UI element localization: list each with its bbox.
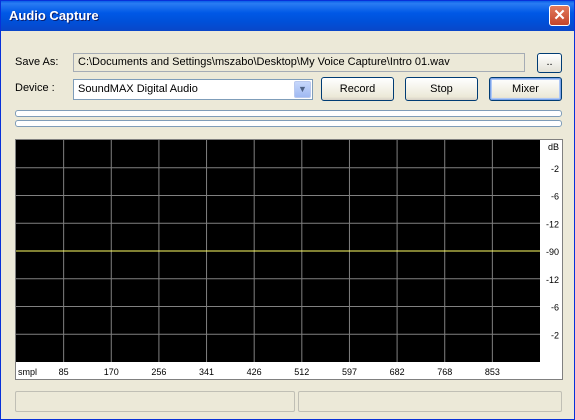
sample-tick-label: 256 bbox=[151, 367, 166, 377]
status-pane-right bbox=[298, 391, 562, 412]
db-tick-label: -2 bbox=[551, 164, 559, 174]
device-label: Device : bbox=[15, 82, 55, 94]
window-title: Audio Capture bbox=[9, 8, 99, 23]
db-tick-label: dB bbox=[548, 142, 559, 152]
db-tick-label: -6 bbox=[551, 303, 559, 313]
db-tick-label: -12 bbox=[546, 275, 559, 285]
db-tick-label: -12 bbox=[546, 219, 559, 229]
waveform-display: dB -2 -6 -12 -90 -12 -6 -2 smpl 85 170 256 341 426 512… bbox=[15, 139, 563, 380]
sample-tick-label: 85 bbox=[59, 367, 69, 377]
db-tick-label: -2 bbox=[551, 330, 559, 340]
status-pane-left bbox=[15, 391, 295, 412]
save-as-label: Save As: bbox=[15, 56, 59, 68]
chevron-down-icon[interactable]: ▼ bbox=[294, 81, 311, 98]
device-select-value: SoundMAX Digital Audio bbox=[78, 83, 198, 95]
sample-tick-label: 682 bbox=[390, 367, 405, 377]
level-meter-left bbox=[15, 110, 562, 117]
sample-tick-label: 768 bbox=[437, 367, 452, 377]
stop-button[interactable]: Stop bbox=[405, 77, 478, 101]
sample-tick-label: 853 bbox=[485, 367, 500, 377]
sample-tick-label: 597 bbox=[342, 367, 357, 377]
sample-tick-label: 170 bbox=[104, 367, 119, 377]
sample-tick-label: 341 bbox=[199, 367, 214, 377]
audio-capture-window: Audio Capture ✕ Save As: C:\Documents an… bbox=[0, 0, 575, 420]
db-tick-label: -90 bbox=[546, 247, 559, 257]
close-button[interactable]: ✕ bbox=[549, 5, 570, 26]
browse-button[interactable]: .. bbox=[537, 53, 562, 73]
db-tick-label: -6 bbox=[551, 192, 559, 202]
save-path-field[interactable]: C:\Documents and Settings\mszabo\Desktop… bbox=[73, 53, 525, 72]
title-bar[interactable]: Audio Capture ✕ bbox=[1, 1, 574, 31]
record-button[interactable]: Record bbox=[321, 77, 394, 101]
sample-tick-label: 426 bbox=[247, 367, 262, 377]
level-meter-right bbox=[15, 120, 562, 127]
sample-tick-label: smpl bbox=[18, 367, 37, 377]
close-icon: ✕ bbox=[553, 7, 566, 24]
waveform-svg: dB -2 -6 -12 -90 -12 -6 -2 smpl 85 170 256 341 426 512… bbox=[16, 140, 559, 377]
mixer-button[interactable]: Mixer bbox=[489, 77, 562, 101]
device-select[interactable]: SoundMAX Digital Audio ▼ bbox=[73, 79, 313, 100]
sample-tick-label: 512 bbox=[294, 367, 309, 377]
